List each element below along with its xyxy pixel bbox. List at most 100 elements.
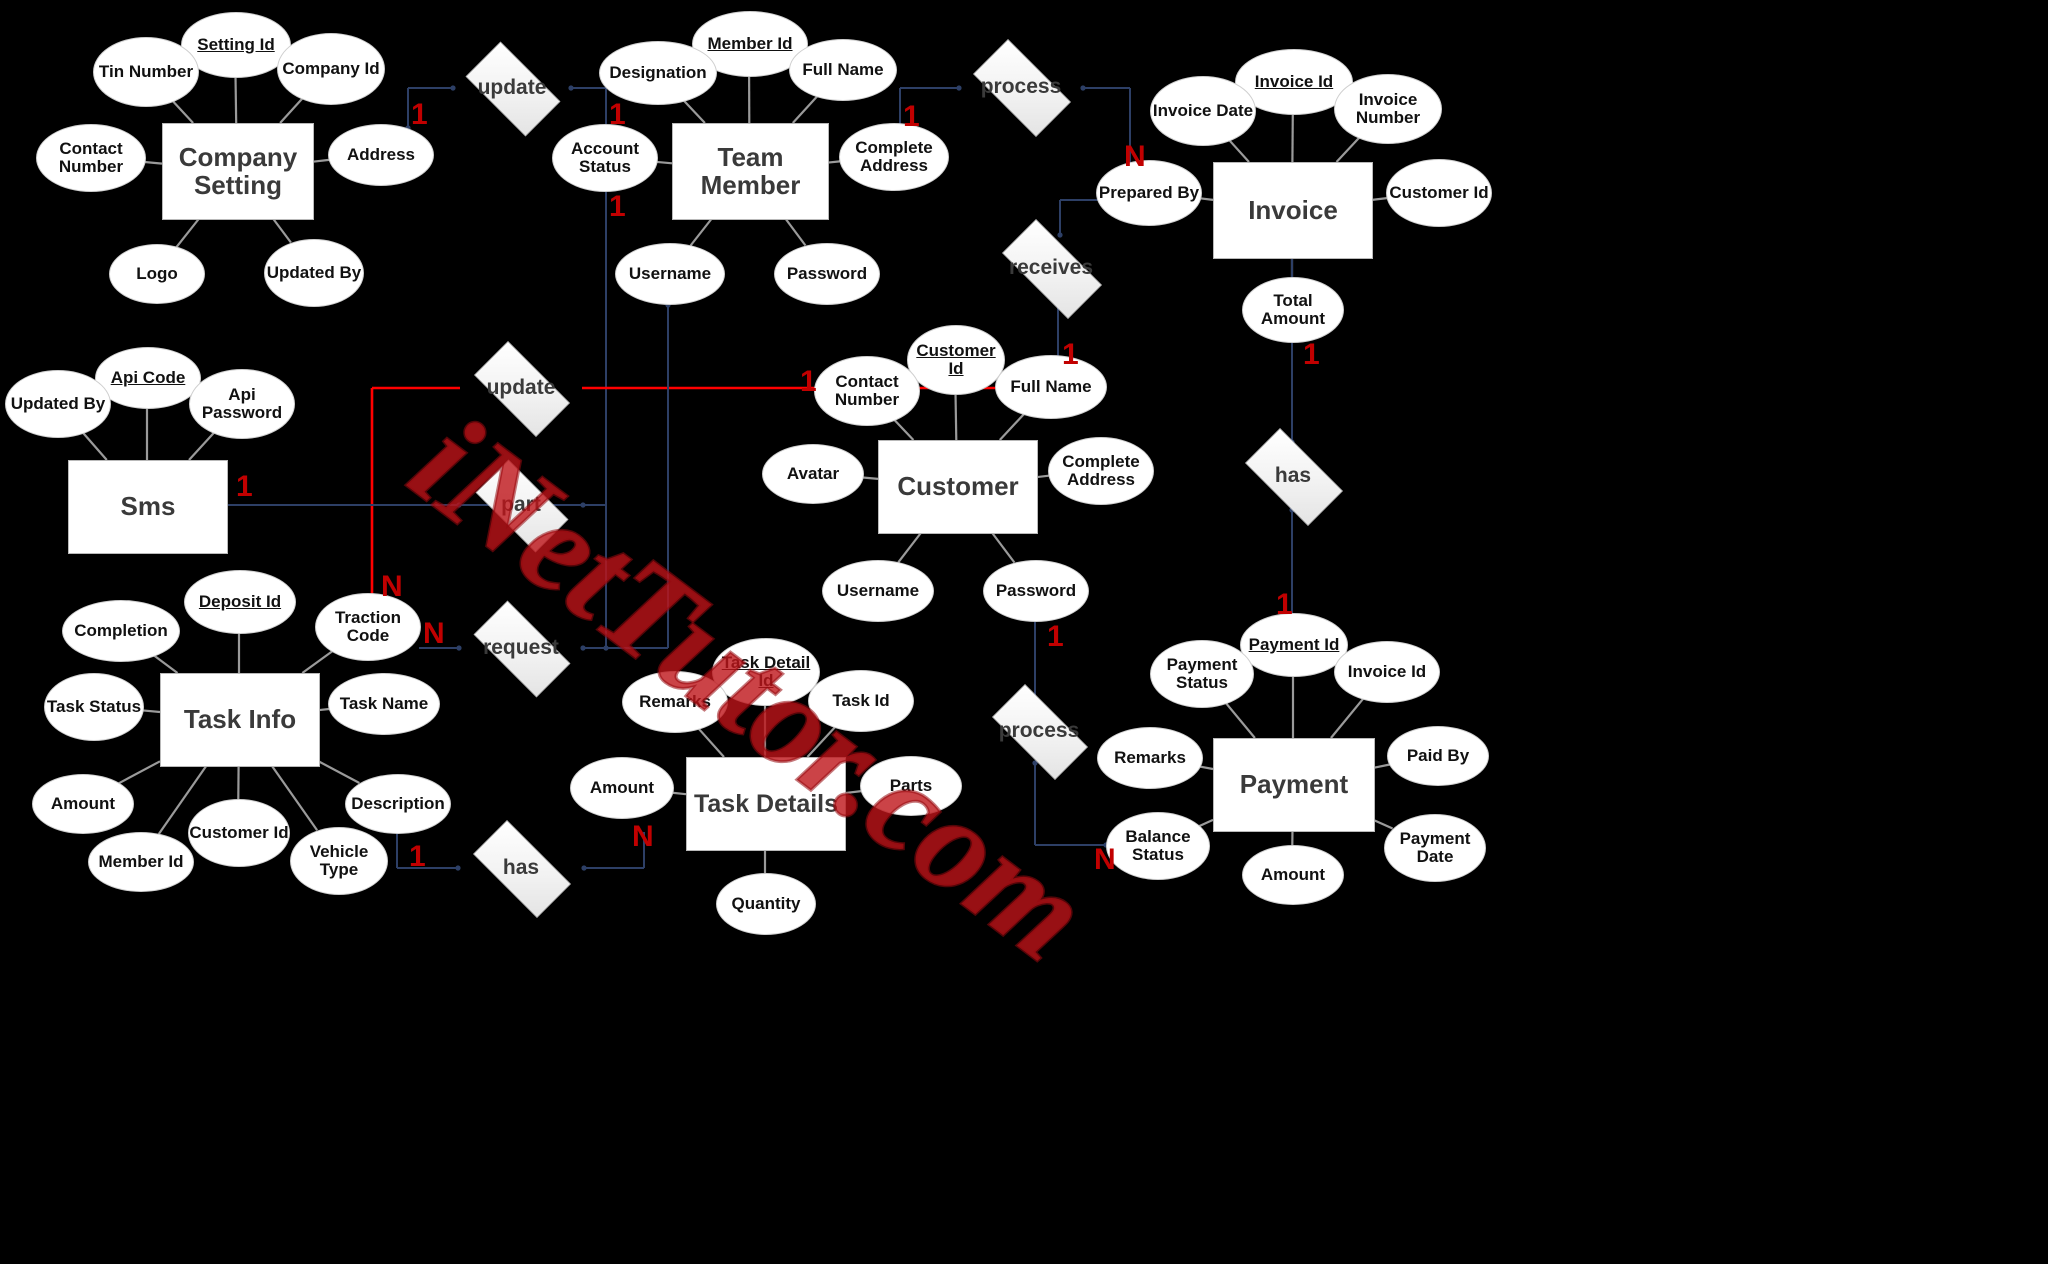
attribute-pm_paid_by[interactable]: Paid By <box>1387 726 1489 786</box>
entity-invoice[interactable]: Invoice <box>1213 162 1373 259</box>
entity-sms[interactable]: Sms <box>68 460 228 554</box>
attribute-label: Customer Id <box>916 341 996 378</box>
attribute-cu_username[interactable]: Username <box>822 560 934 622</box>
entity-label: Customer <box>897 471 1019 502</box>
attribute-label: Traction Code <box>334 608 402 645</box>
cardinality-card_process_pay_N: N <box>1094 843 1116 876</box>
attribute-tm_full_name[interactable]: Full Name <box>789 39 897 101</box>
entity-payment[interactable]: Payment <box>1213 738 1375 832</box>
attribute-label: Payment Id <box>1248 635 1340 655</box>
entity-customer[interactable]: Customer <box>878 440 1038 534</box>
attribute-pm_payment_id[interactable]: Payment Id <box>1240 613 1348 677</box>
attribute-label: Designation <box>609 63 707 83</box>
attribute-ti_customer_id[interactable]: Customer Id <box>188 799 290 867</box>
relationship-label: has <box>502 856 540 879</box>
attribute-inv_invoice_date[interactable]: Invoice Date <box>1150 76 1256 146</box>
relationship-rel_has_invoice_payment[interactable]: has <box>1231 428 1355 526</box>
relationship-rel_part[interactable]: part <box>462 459 580 553</box>
relationship-rel_update_company_team[interactable]: update <box>453 41 571 137</box>
attribute-pm_remarks[interactable]: Remarks <box>1097 727 1203 789</box>
attribute-cs_address[interactable]: Address <box>328 124 434 186</box>
attribute-label: Remarks <box>1114 748 1186 768</box>
attribute-sms_api_code[interactable]: Api Code <box>95 347 201 409</box>
attribute-sms_api_password[interactable]: Api Password <box>189 369 295 439</box>
relationship-label: process <box>980 75 1062 98</box>
attribute-inv_total_amount[interactable]: Total Amount <box>1242 277 1344 343</box>
attribute-label: Invoice Id <box>1254 72 1334 92</box>
entity-label: Team Member <box>700 142 801 200</box>
attribute-tm_complete_addr[interactable]: Complete Address <box>839 123 949 191</box>
attribute-link <box>1372 818 1394 830</box>
entity-team_member[interactable]: Team Member <box>672 123 829 220</box>
attribute-cu_password[interactable]: Password <box>983 560 1089 622</box>
attribute-link <box>118 760 161 785</box>
relationship-rel_receives[interactable]: receives <box>986 219 1116 319</box>
attribute-link <box>954 392 958 441</box>
attribute-label: Payment Status <box>1166 655 1238 692</box>
relationship-rel_has_taskinfo_details[interactable]: has <box>458 820 584 918</box>
attribute-ti_task_status[interactable]: Task Status <box>44 673 144 741</box>
attribute-label: Password <box>786 264 868 284</box>
attribute-pm_payment_date[interactable]: Payment Date <box>1384 814 1486 882</box>
attribute-td_task_detail_id[interactable]: Task Detail Id <box>712 638 820 706</box>
connector-dot <box>456 502 462 508</box>
attribute-pm_payment_status[interactable]: Payment Status <box>1150 640 1254 708</box>
attribute-ti_amount[interactable]: Amount <box>32 774 134 834</box>
attribute-cs_updated_by[interactable]: Updated By <box>264 239 364 307</box>
attribute-cs_contact_number[interactable]: Contact Number <box>36 124 146 192</box>
attribute-ti_vehicle_type[interactable]: Vehicle Type <box>290 827 388 895</box>
attribute-td_quantity[interactable]: Quantity <box>716 873 816 935</box>
attribute-cu_contact_number[interactable]: Contact Number <box>814 356 920 426</box>
attribute-label: Amount <box>1260 865 1326 885</box>
entity-task_info[interactable]: Task Info <box>160 673 320 767</box>
attribute-td_amount[interactable]: Amount <box>570 757 674 819</box>
relationship-rel_process_cust_payment[interactable]: process <box>977 684 1101 780</box>
attribute-cs_logo[interactable]: Logo <box>109 244 205 304</box>
attribute-tm_account_status[interactable]: Account Status <box>552 124 658 192</box>
attribute-link <box>897 531 923 563</box>
attribute-cs_company_id[interactable]: Company Id <box>277 33 385 105</box>
attribute-ti_deposit_id[interactable]: Deposit Id <box>184 570 296 634</box>
relationship-label: update <box>477 76 547 99</box>
entity-label: Company Setting <box>178 142 298 200</box>
relationship-rel_update_sms_customer[interactable]: update <box>460 341 582 437</box>
attribute-cu_full_name[interactable]: Full Name <box>995 355 1107 419</box>
attribute-cu_complete_addr[interactable]: Complete Address <box>1048 437 1154 505</box>
attribute-pm_amount[interactable]: Amount <box>1242 845 1344 905</box>
attribute-label: Member Id <box>707 34 793 54</box>
attribute-inv_invoice_number[interactable]: Invoice Number <box>1334 74 1442 144</box>
attribute-sms_updated_by[interactable]: Updated By <box>5 370 111 438</box>
attribute-pm_balance_status[interactable]: Balance Status <box>1106 812 1210 880</box>
attribute-ti_description[interactable]: Description <box>345 774 451 834</box>
attribute-label: Prepared By <box>1098 183 1200 203</box>
attribute-ti_completion[interactable]: Completion <box>62 600 180 662</box>
attribute-tm_username[interactable]: Username <box>615 243 725 305</box>
attribute-pm_invoice_id[interactable]: Invoice Id <box>1334 641 1440 703</box>
attribute-inv_prepared_by[interactable]: Prepared By <box>1096 160 1202 226</box>
relationship-rel_process_team_invoice[interactable]: process <box>959 39 1083 137</box>
attribute-inv_customer_id[interactable]: Customer Id <box>1386 159 1492 227</box>
attribute-label: Avatar <box>786 464 840 484</box>
attribute-td_task_id[interactable]: Task Id <box>808 670 914 732</box>
attribute-label: Account Status <box>571 139 639 176</box>
attribute-cs_tin_number[interactable]: Tin Number <box>93 37 199 107</box>
entity-company_setting[interactable]: Company Setting <box>162 123 314 220</box>
attribute-ti_task_name[interactable]: Task Name <box>328 673 440 735</box>
attribute-link <box>234 75 238 124</box>
attribute-tm_password[interactable]: Password <box>774 243 880 305</box>
entity-task_details[interactable]: Task Details <box>686 757 846 851</box>
connector-dot <box>580 502 586 508</box>
attribute-td_remarks[interactable]: Remarks <box>622 671 728 733</box>
cardinality-card_update_cust_1: 1 <box>800 365 817 398</box>
relationship-label: has <box>1274 464 1312 487</box>
attribute-cu_customer_id[interactable]: Customer Id <box>907 325 1005 395</box>
attribute-cu_avatar[interactable]: Avatar <box>762 444 864 504</box>
relationship-rel_request[interactable]: request <box>459 600 583 698</box>
attribute-label: Customer Id <box>1389 183 1489 203</box>
cardinality-card_ti_has_1: 1 <box>409 840 426 873</box>
attribute-ti_traction_code[interactable]: Traction Code <box>315 593 421 661</box>
attribute-ti_member_id[interactable]: Member Id <box>88 832 194 892</box>
attribute-td_parts[interactable]: Parts <box>860 756 962 816</box>
attribute-tm_designation[interactable]: Designation <box>599 41 717 105</box>
attribute-link <box>843 790 862 795</box>
